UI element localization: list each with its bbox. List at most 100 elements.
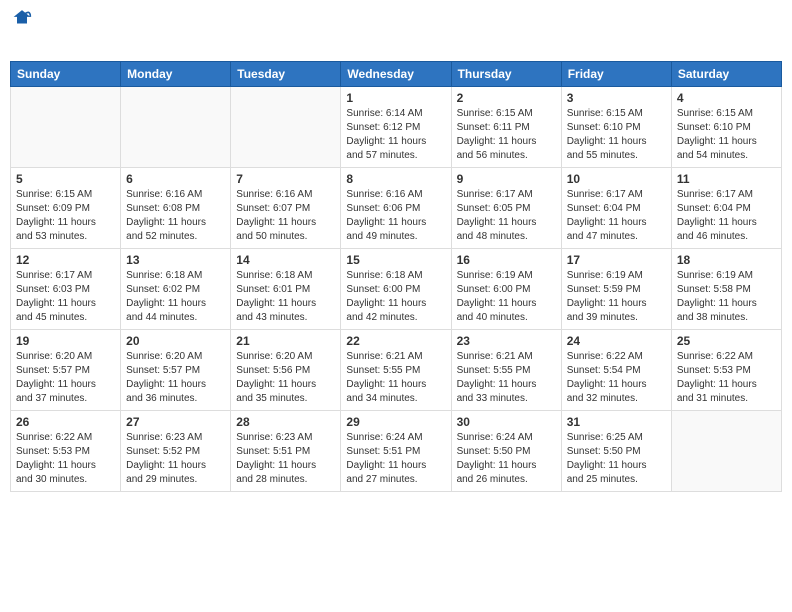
cell-info: Sunrise: 6:20 AMSunset: 5:57 PMDaylight:…	[16, 350, 115, 406]
calendar-cell: 9 Sunrise: 6:17 AMSunset: 6:05 PMDaylight…	[451, 167, 561, 248]
cell-info: Sunrise: 6:20 AMSunset: 5:57 PMDaylight:…	[126, 350, 225, 406]
calendar-cell: 28 Sunrise: 6:23 AMSunset: 5:51 PMDayligh…	[231, 410, 341, 491]
day-number: 4	[677, 91, 776, 105]
cell-info: Sunrise: 6:16 AMSunset: 6:06 PMDaylight:…	[346, 188, 445, 244]
calendar-cell: 31 Sunrise: 6:25 AMSunset: 5:50 PMDayligh…	[561, 410, 671, 491]
page: SundayMondayTuesdayWednesdayThursdayFrid…	[0, 0, 792, 612]
calendar-cell: 24 Sunrise: 6:22 AMSunset: 5:54 PMDayligh…	[561, 329, 671, 410]
day-number: 26	[16, 415, 115, 429]
cell-info: Sunrise: 6:15 AMSunset: 6:11 PMDaylight:…	[457, 107, 556, 163]
calendar-cell: 11 Sunrise: 6:17 AMSunset: 6:04 PMDayligh…	[671, 167, 781, 248]
cell-info: Sunrise: 6:19 AMSunset: 6:00 PMDaylight:…	[457, 269, 556, 325]
cell-info: Sunrise: 6:24 AMSunset: 5:51 PMDaylight:…	[346, 431, 445, 487]
cell-info: Sunrise: 6:23 AMSunset: 5:51 PMDaylight:…	[236, 431, 335, 487]
calendar-cell	[231, 86, 341, 167]
calendar-cell	[671, 410, 781, 491]
cell-info: Sunrise: 6:21 AMSunset: 5:55 PMDaylight:…	[346, 350, 445, 406]
calendar-cell: 6Sunrise: 6:16 AMSunset: 6:08 PMDaylight…	[121, 167, 231, 248]
logo	[10, 10, 32, 53]
day-number: 17	[567, 253, 666, 267]
calendar-cell: 26 Sunrise: 6:22 AMSunset: 5:53 PMDayligh…	[11, 410, 121, 491]
calendar-cell: 25 Sunrise: 6:22 AMSunset: 5:53 PMDayligh…	[671, 329, 781, 410]
calendar-cell: 20 Sunrise: 6:20 AMSunset: 5:57 PMDayligh…	[121, 329, 231, 410]
weekday-header-wednesday: Wednesday	[341, 61, 451, 86]
calendar-cell: 15 Sunrise: 6:18 AMSunset: 6:00 PMDayligh…	[341, 248, 451, 329]
weekday-header-tuesday: Tuesday	[231, 61, 341, 86]
cell-info: Sunrise: 6:19 AMSunset: 5:59 PMDaylight:…	[567, 269, 666, 325]
calendar-cell: 7Sunrise: 6:16 AMSunset: 6:07 PMDaylight…	[231, 167, 341, 248]
calendar-cell: 30 Sunrise: 6:24 AMSunset: 5:50 PMDayligh…	[451, 410, 561, 491]
calendar-cell: 2 Sunrise: 6:15 AMSunset: 6:11 PMDaylight…	[451, 86, 561, 167]
calendar-cell: 16Sunrise: 6:19 AMSunset: 6:00 PMDayligh…	[451, 248, 561, 329]
weekday-header-monday: Monday	[121, 61, 231, 86]
calendar-cell	[121, 86, 231, 167]
day-number: 19	[16, 334, 115, 348]
logo-icon	[12, 6, 32, 26]
day-number: 28	[236, 415, 335, 429]
calendar-cell	[11, 86, 121, 167]
calendar-week-row: 5Sunrise: 6:15 AMSunset: 6:09 PMDaylight…	[11, 167, 782, 248]
calendar-table: SundayMondayTuesdayWednesdayThursdayFrid…	[10, 61, 782, 492]
day-number: 12	[16, 253, 115, 267]
calendar-cell: 4 Sunrise: 6:15 AMSunset: 6:10 PMDaylight…	[671, 86, 781, 167]
day-number: 27	[126, 415, 225, 429]
day-number: 31	[567, 415, 666, 429]
cell-info: Sunrise: 6:20 AMSunset: 5:56 PMDaylight:…	[236, 350, 335, 406]
cell-info: Sunrise: 6:19 AMSunset: 5:58 PMDaylight:…	[677, 269, 776, 325]
day-number: 25	[677, 334, 776, 348]
weekday-header-row: SundayMondayTuesdayWednesdayThursdayFrid…	[11, 61, 782, 86]
calendar-cell: 18Sunrise: 6:19 AMSunset: 5:58 PMDayligh…	[671, 248, 781, 329]
day-number: 2	[457, 91, 556, 105]
cell-info: Sunrise: 6:16 AMSunset: 6:08 PMDaylight:…	[126, 188, 225, 244]
calendar-cell: 27 Sunrise: 6:23 AMSunset: 5:52 PMDayligh…	[121, 410, 231, 491]
cell-info: Sunrise: 6:15 AMSunset: 6:10 PMDaylight:…	[567, 107, 666, 163]
calendar-cell: 13Sunrise: 6:18 AMSunset: 6:02 PMDayligh…	[121, 248, 231, 329]
weekday-header-saturday: Saturday	[671, 61, 781, 86]
calendar-cell: 1 Sunrise: 6:14 AMSunset: 6:12 PMDaylight…	[341, 86, 451, 167]
day-number: 9	[457, 172, 556, 186]
calendar-cell: 10 Sunrise: 6:17 AMSunset: 6:04 PMDayligh…	[561, 167, 671, 248]
header	[10, 10, 782, 53]
day-number: 8	[346, 172, 445, 186]
calendar-cell: 17 Sunrise: 6:19 AMSunset: 5:59 PMDayligh…	[561, 248, 671, 329]
day-number: 13	[126, 253, 225, 267]
calendar-week-row: 19 Sunrise: 6:20 AMSunset: 5:57 PMDayligh…	[11, 329, 782, 410]
day-number: 10	[567, 172, 666, 186]
cell-info: Sunrise: 6:14 AMSunset: 6:12 PMDaylight:…	[346, 107, 445, 163]
cell-info: Sunrise: 6:17 AMSunset: 6:04 PMDaylight:…	[567, 188, 666, 244]
day-number: 30	[457, 415, 556, 429]
cell-info: Sunrise: 6:22 AMSunset: 5:53 PMDaylight:…	[16, 431, 115, 487]
cell-info: Sunrise: 6:25 AMSunset: 5:50 PMDaylight:…	[567, 431, 666, 487]
day-number: 5	[16, 172, 115, 186]
day-number: 15	[346, 253, 445, 267]
day-number: 21	[236, 334, 335, 348]
calendar-week-row: 26 Sunrise: 6:22 AMSunset: 5:53 PMDayligh…	[11, 410, 782, 491]
day-number: 1	[346, 91, 445, 105]
cell-info: Sunrise: 6:23 AMSunset: 5:52 PMDaylight:…	[126, 431, 225, 487]
day-number: 11	[677, 172, 776, 186]
cell-info: Sunrise: 6:15 AMSunset: 6:10 PMDaylight:…	[677, 107, 776, 163]
day-number: 24	[567, 334, 666, 348]
cell-info: Sunrise: 6:22 AMSunset: 5:53 PMDaylight:…	[677, 350, 776, 406]
cell-info: Sunrise: 6:21 AMSunset: 5:55 PMDaylight:…	[457, 350, 556, 406]
cell-info: Sunrise: 6:17 AMSunset: 6:03 PMDaylight:…	[16, 269, 115, 325]
cell-info: Sunrise: 6:24 AMSunset: 5:50 PMDaylight:…	[457, 431, 556, 487]
day-number: 14	[236, 253, 335, 267]
cell-info: Sunrise: 6:18 AMSunset: 6:00 PMDaylight:…	[346, 269, 445, 325]
calendar-cell: 5Sunrise: 6:15 AMSunset: 6:09 PMDaylight…	[11, 167, 121, 248]
cell-info: Sunrise: 6:17 AMSunset: 6:04 PMDaylight:…	[677, 188, 776, 244]
day-number: 20	[126, 334, 225, 348]
cell-info: Sunrise: 6:22 AMSunset: 5:54 PMDaylight:…	[567, 350, 666, 406]
weekday-header-friday: Friday	[561, 61, 671, 86]
calendar-cell: 14 Sunrise: 6:18 AMSunset: 6:01 PMDayligh…	[231, 248, 341, 329]
calendar-cell: 3Sunrise: 6:15 AMSunset: 6:10 PMDaylight…	[561, 86, 671, 167]
calendar-week-row: 1 Sunrise: 6:14 AMSunset: 6:12 PMDaylight…	[11, 86, 782, 167]
day-number: 23	[457, 334, 556, 348]
calendar-week-row: 12 Sunrise: 6:17 AMSunset: 6:03 PMDayligh…	[11, 248, 782, 329]
calendar-cell: 23 Sunrise: 6:21 AMSunset: 5:55 PMDayligh…	[451, 329, 561, 410]
calendar-cell: 21 Sunrise: 6:20 AMSunset: 5:56 PMDayligh…	[231, 329, 341, 410]
cell-info: Sunrise: 6:17 AMSunset: 6:05 PMDaylight:…	[457, 188, 556, 244]
cell-info: Sunrise: 6:18 AMSunset: 6:01 PMDaylight:…	[236, 269, 335, 325]
weekday-header-sunday: Sunday	[11, 61, 121, 86]
calendar-cell: 8 Sunrise: 6:16 AMSunset: 6:06 PMDaylight…	[341, 167, 451, 248]
